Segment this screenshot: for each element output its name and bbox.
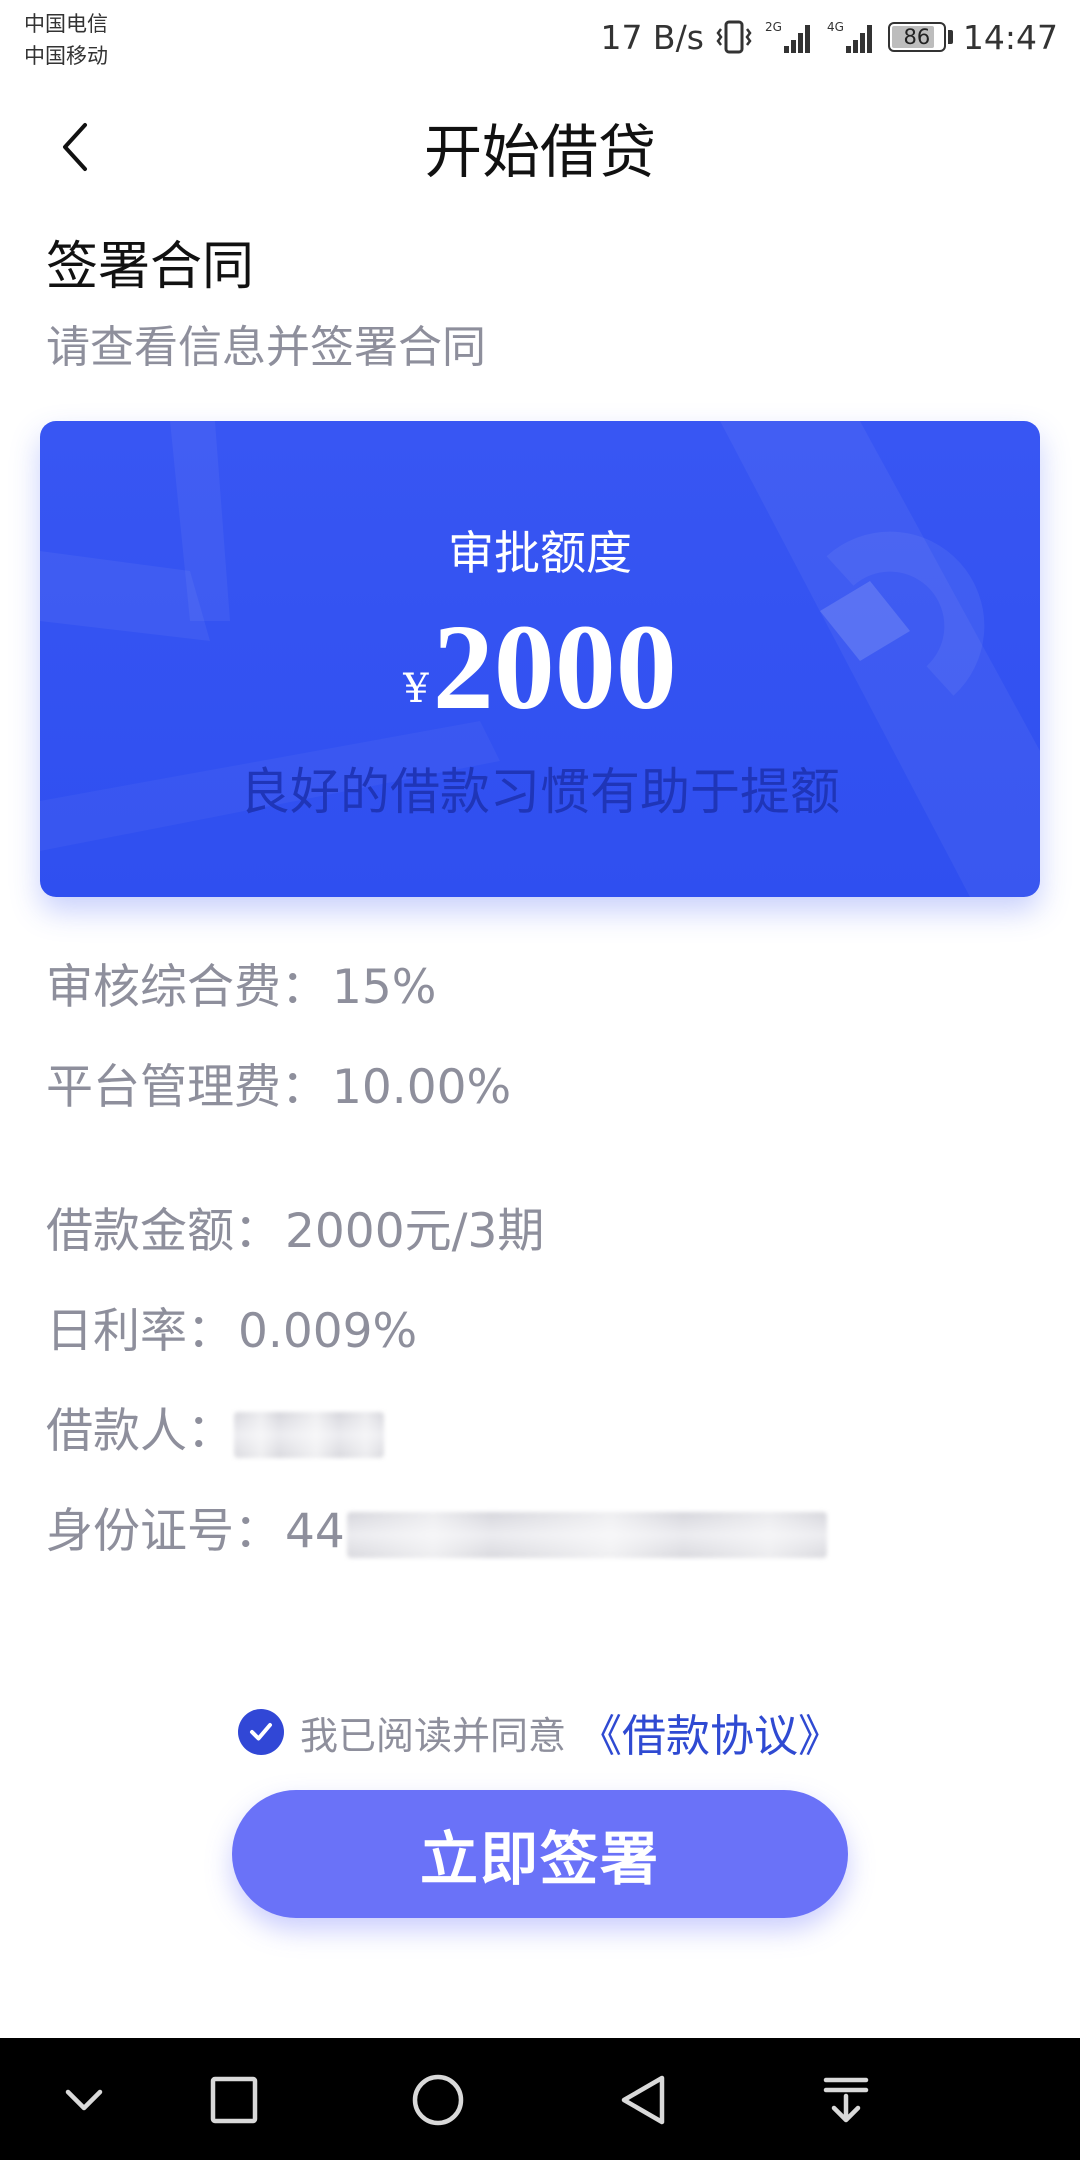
daily-rate-label: 日利率： (46, 1304, 234, 1359)
borrower-row: 借款人： (46, 1400, 384, 1464)
battery-level: 86 (903, 24, 931, 49)
status-bar: 中国电信 中国移动 17 B/s 2G 4G 86 14:47 (0, 0, 1080, 70)
check-icon (249, 1723, 272, 1741)
platform-fee-label: 平台管理费： (46, 1060, 328, 1115)
vibrate-icon (714, 19, 754, 55)
id-number-redacted (346, 1511, 827, 1558)
carrier-2: 中国移动 (24, 44, 108, 68)
review-fee-label: 审核综合费： (46, 960, 328, 1015)
signal-2g-label: 2G (765, 20, 782, 34)
signal-4g-icon: 4G (826, 19, 878, 55)
id-number-row: 身份证号：44 (46, 1500, 827, 1564)
id-number-label: 身份证号： (46, 1504, 281, 1559)
back-nav-button[interactable] (612, 2068, 676, 2132)
loan-amount-value: 2000元/3期 (285, 1204, 545, 1259)
card-tagline: 良好的借款习惯有助于提额 (240, 763, 840, 821)
home-icon (412, 2074, 464, 2126)
agree-checkbox[interactable] (237, 1709, 284, 1755)
battery-cap (947, 30, 953, 44)
carrier-info: 中国电信 中国移动 (24, 8, 108, 72)
signal-2g-icon: 2G (764, 19, 816, 55)
loan-amount-label: 借款金额： (46, 1204, 281, 1259)
collapse-icon (65, 2089, 103, 2111)
home-button[interactable] (406, 2068, 470, 2132)
currency-symbol: ¥ (403, 666, 429, 712)
id-number-prefix: 44 (285, 1504, 345, 1559)
loan-amount-row: 借款金额：2000元/3期 (46, 1200, 544, 1264)
credit-limit-card: 审批额度 ¥2000 良好的借款习惯有助于提额 (40, 421, 1040, 897)
recent-apps-button[interactable] (202, 2068, 266, 2132)
carrier-1: 中国电信 (24, 12, 108, 36)
daily-rate-value: 0.009% (238, 1304, 418, 1359)
notification-pull-icon (823, 2077, 869, 2123)
daily-rate-row: 日利率：0.009% (46, 1300, 417, 1364)
sign-now-button[interactable]: 立即签署 (232, 1790, 848, 1918)
agreement-row: 我已阅读并同意 《借款协议》 (0, 1700, 1080, 1764)
borrower-name-redacted (234, 1411, 384, 1458)
network-speed: 17 B/s (600, 17, 704, 57)
page-title: 开始借贷 (423, 118, 656, 186)
nav-bar: 开始借贷 (0, 100, 1080, 210)
notification-pull-button[interactable] (814, 2068, 878, 2132)
back-icon (621, 2075, 665, 2125)
status-indicators: 17 B/s 2G 4G 86 14:47 (600, 12, 1058, 62)
section-subtitle: 请查看信息并签署合同 (46, 322, 486, 373)
battery-icon: 86 (887, 22, 946, 52)
approved-amount: ¥2000 (40, 607, 1040, 729)
review-fee-row: 审核综合费：15% (46, 956, 436, 1020)
approved-limit-label: 审批额度 (448, 526, 632, 580)
borrower-label: 借款人： (46, 1404, 234, 1459)
collapse-button[interactable] (52, 2068, 116, 2132)
platform-fee-row: 平台管理费：10.00% (46, 1056, 511, 1120)
clock: 14:47 (962, 17, 1058, 57)
signal-4g-label: 4G (827, 20, 844, 34)
section-title: 签署合同 (46, 237, 255, 297)
review-fee-value: 15% (332, 960, 437, 1015)
amount-value: 2000 (432, 600, 677, 735)
platform-fee-value: 10.00% (332, 1060, 512, 1115)
recent-apps-icon (210, 2076, 258, 2124)
system-nav-bar (0, 2038, 1080, 2160)
loan-agreement-link[interactable]: 《借款协议》 (578, 1700, 842, 1764)
agreement-text: 我已阅读并同意 (299, 1713, 566, 1758)
